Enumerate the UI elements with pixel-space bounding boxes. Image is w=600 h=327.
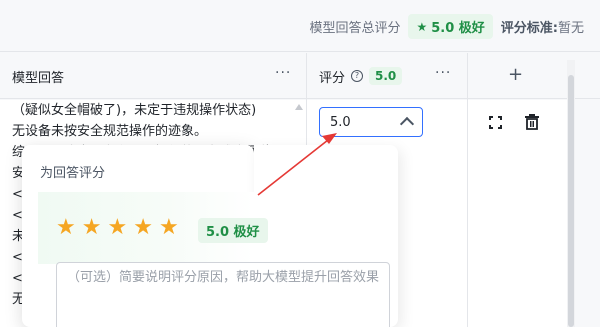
annotation-arrow [257,133,337,196]
